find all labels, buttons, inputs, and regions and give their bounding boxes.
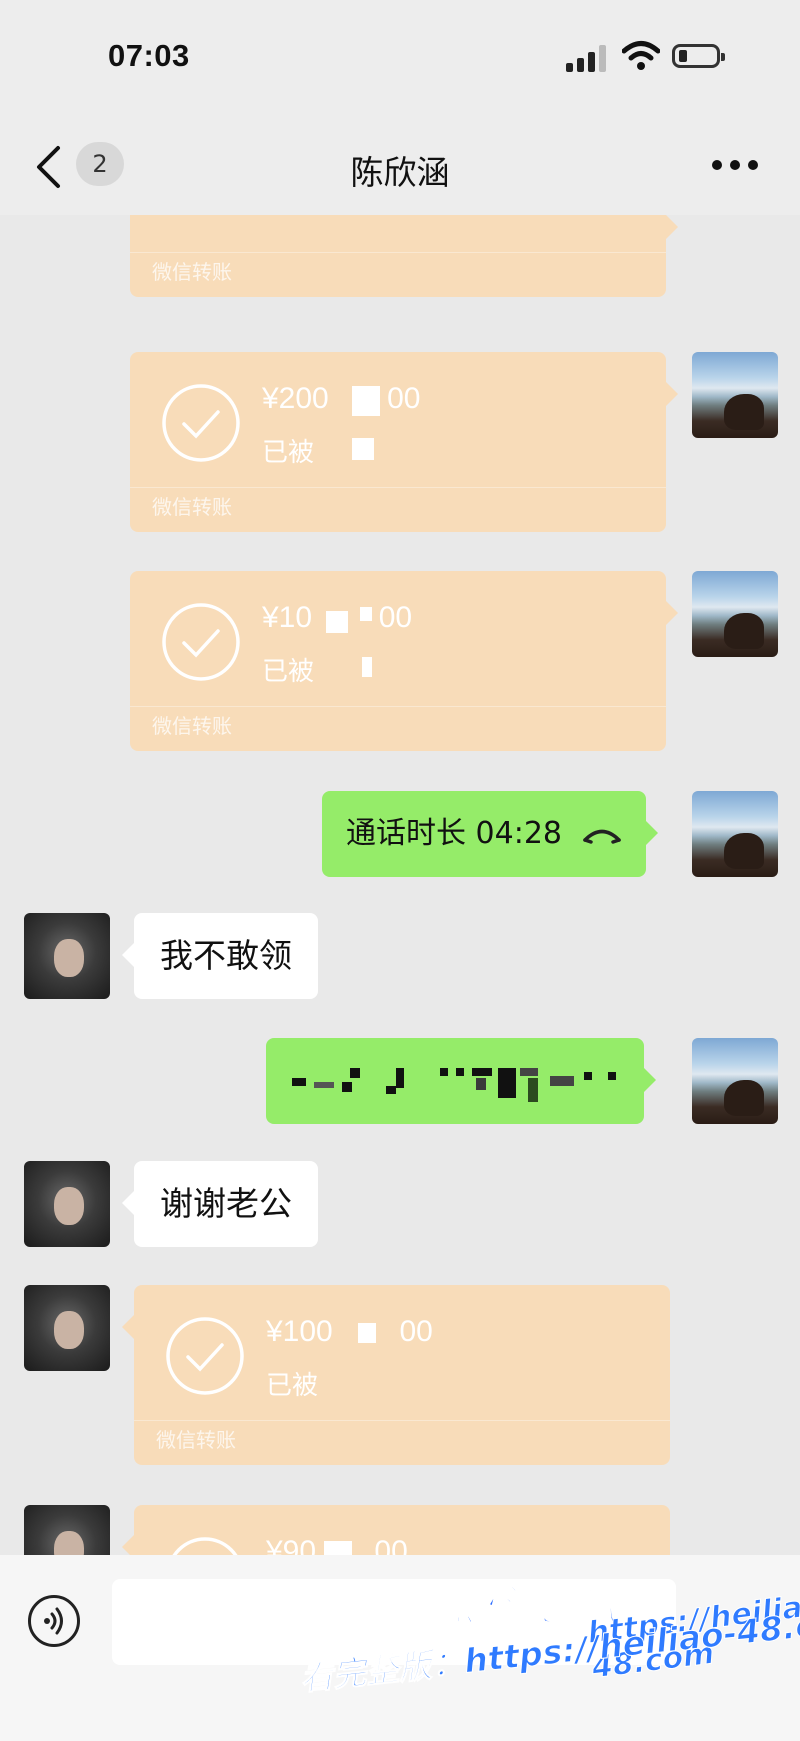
chat-title: 陈欣涵	[350, 153, 450, 192]
check-circle-icon	[172, 1537, 238, 1555]
my-avatar[interactable]	[692, 1038, 778, 1124]
transfer-card[interactable]: ¥100 00 已被 微信转账	[122, 1285, 670, 1465]
redaction-mosaic	[352, 438, 374, 460]
sent-message-bubble[interactable]	[266, 1038, 656, 1124]
cellular-signal-icon	[566, 44, 608, 72]
transfer-footer: 微信转账	[152, 714, 232, 738]
check-circle-icon	[162, 384, 240, 462]
redaction-mosaic	[326, 611, 348, 633]
contact-avatar[interactable]	[24, 913, 110, 999]
transfer-footer: 微信转账	[152, 260, 232, 284]
my-avatar[interactable]	[692, 791, 778, 877]
redaction-mosaic	[358, 1323, 376, 1343]
transfer-card[interactable]: 微信转账	[130, 215, 678, 297]
transfer-status: 已被	[266, 1371, 319, 1401]
call-duration-text: 通话时长 04:28	[346, 816, 562, 851]
redaction-mosaic	[362, 657, 372, 677]
status-bar: 07:03	[0, 0, 800, 110]
transfer-status: 已被	[262, 438, 315, 468]
voice-input-icon[interactable]	[28, 1595, 80, 1647]
message-list[interactable]: 微信转账 ¥200 00 已被 微信转账 ¥10 00 已被 微信转账 通话时长…	[0, 215, 800, 1555]
received-message-bubble[interactable]: 我不敢领	[122, 913, 318, 999]
battery-icon	[672, 44, 725, 68]
redaction-mosaic	[324, 1541, 352, 1555]
transfer-footer: 微信转账	[156, 1428, 236, 1452]
my-avatar[interactable]	[692, 352, 778, 438]
redaction-mosaic	[352, 386, 380, 416]
phone-hangup-icon	[582, 829, 621, 844]
call-duration-bubble[interactable]: 通话时长 04:28	[322, 791, 658, 877]
received-message-bubble[interactable]: 谢谢老公	[122, 1161, 318, 1247]
transfer-amount: ¥100 00	[266, 1315, 433, 1348]
transfer-amount: ¥200 00	[262, 382, 421, 415]
transfer-status: 已被	[262, 657, 315, 687]
transfer-card[interactable]: ¥10 00 已被 微信转账	[130, 571, 678, 751]
contact-avatar[interactable]	[24, 1505, 110, 1555]
contact-avatar[interactable]	[24, 1161, 110, 1247]
status-time: 07:03	[108, 38, 190, 73]
contact-avatar[interactable]	[24, 1285, 110, 1371]
redaction-mosaic	[360, 607, 372, 621]
transfer-footer: 微信转账	[152, 495, 232, 519]
check-circle-icon	[166, 1317, 244, 1395]
wifi-icon	[622, 41, 660, 70]
check-circle-icon	[162, 603, 240, 681]
my-avatar[interactable]	[692, 571, 778, 657]
more-options-icon[interactable]	[712, 160, 758, 172]
transfer-card[interactable]: ¥200 00 已被 微信转账	[130, 352, 678, 532]
transfer-card[interactable]: ¥90 .00	[122, 1505, 670, 1555]
chat-header: 2 陈欣涵	[0, 110, 800, 215]
